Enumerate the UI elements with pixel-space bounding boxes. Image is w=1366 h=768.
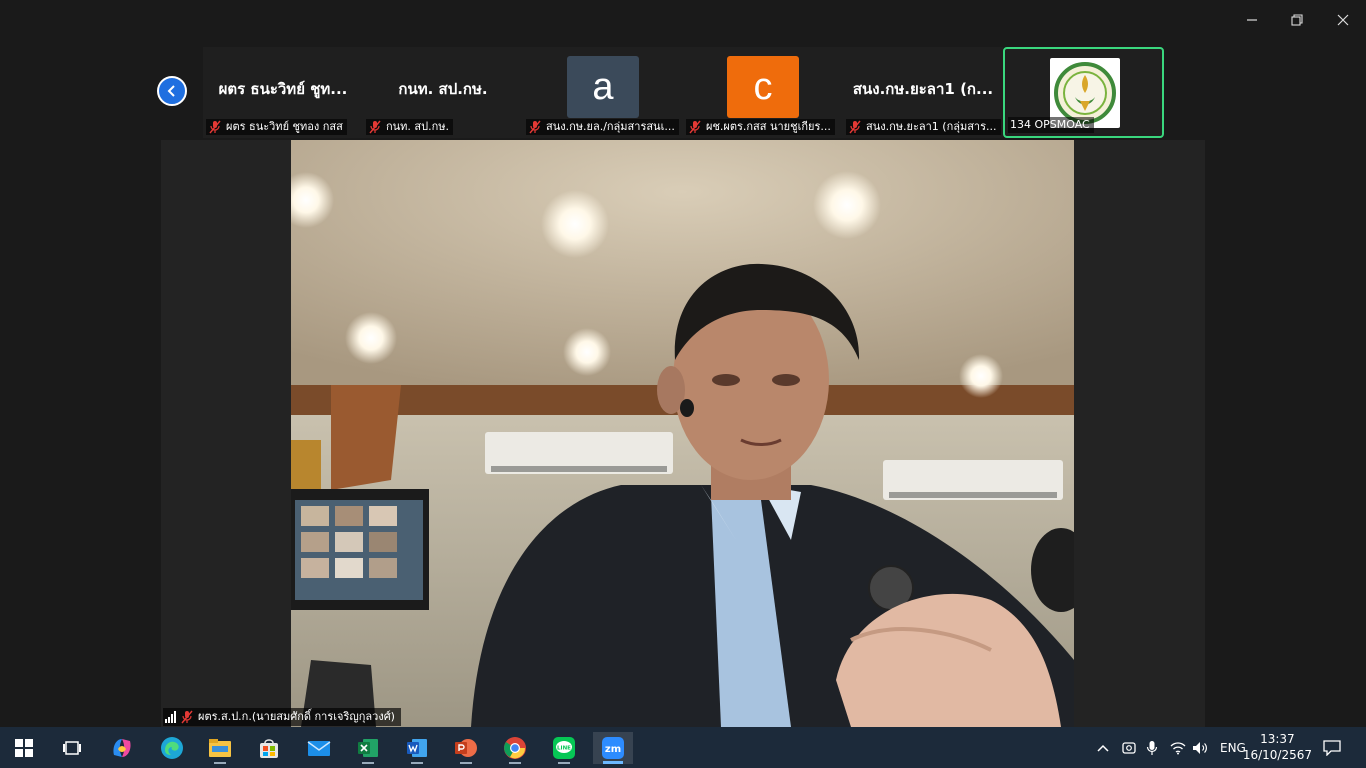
- microphone-icon[interactable]: [1146, 740, 1158, 756]
- previous-page-button[interactable]: [157, 76, 187, 106]
- active-speaker-video: [291, 140, 1074, 727]
- excel-icon: [358, 739, 378, 757]
- store-icon: [260, 739, 278, 758]
- ministry-seal-icon: [1054, 62, 1116, 124]
- notification-icon: [1323, 740, 1341, 756]
- word-icon: [407, 739, 427, 757]
- mic-muted-icon: [209, 120, 221, 134]
- line-button[interactable]: LINE: [544, 732, 584, 764]
- minimize-icon: [1247, 19, 1257, 21]
- camera-in-use-icon[interactable]: [1122, 740, 1136, 756]
- svg-text:LINE: LINE: [557, 746, 571, 752]
- participant-label: 134 OPSMOAC: [1008, 117, 1094, 133]
- edge-icon: [161, 737, 183, 759]
- clock[interactable]: 13:37 16/10/2567: [1243, 731, 1312, 763]
- powerpoint-button[interactable]: [446, 732, 486, 764]
- powerpoint-icon: [455, 739, 477, 757]
- mic-muted-icon: [529, 120, 541, 134]
- edge-button[interactable]: [152, 732, 192, 764]
- store-button[interactable]: [249, 732, 289, 764]
- taskbar: LINE zm ENG 13:37 16/10/2567: [0, 727, 1366, 768]
- participant-label-text: สนง.กษ.ยะลา1 (กลุ่มสาร...: [866, 120, 997, 133]
- mail-button[interactable]: [299, 732, 339, 764]
- excel-button[interactable]: [348, 732, 388, 764]
- participant-name: ผตร ธนะวิทย์ ชูท...: [218, 80, 348, 98]
- participant-tile[interactable]: c ผช.ผตร.กสส นายชูเกียร...: [683, 47, 843, 138]
- chevron-left-icon: [167, 85, 175, 97]
- participant-label-text: กนท. สป.กษ.: [386, 120, 450, 133]
- participant-name: กนท. สป.กษ.: [398, 80, 488, 98]
- copilot-button[interactable]: [102, 732, 142, 764]
- participant-tile[interactable]: a สนง.กษ.ยล./กลุ่มสารสนเ...: [523, 47, 683, 138]
- mail-icon: [307, 741, 331, 756]
- task-view-button[interactable]: [52, 732, 92, 764]
- participant-label-text: ผตร ธนะวิทย์ ชูทอง กสส: [226, 120, 343, 133]
- word-button[interactable]: [397, 732, 437, 764]
- start-icon: [15, 739, 33, 757]
- line-icon: LINE: [553, 737, 575, 759]
- file-explorer-icon: [209, 739, 231, 757]
- clock-date: 16/10/2567: [1242, 748, 1312, 762]
- avatar: a: [567, 56, 639, 118]
- start-button[interactable]: [4, 732, 44, 764]
- participant-tile[interactable]: ผตร ธนะวิทย์ ชูท... ผตร ธนะวิทย์ ชูทอง ก…: [203, 47, 363, 138]
- clock-time: 13:37: [1260, 732, 1295, 746]
- network-icon[interactable]: [1170, 741, 1186, 755]
- svg-text:zm: zm: [605, 744, 621, 755]
- chevron-up-icon[interactable]: [1096, 743, 1110, 753]
- restore-button[interactable]: [1282, 8, 1312, 32]
- participant-tile-active[interactable]: 134 OPSMOAC: [1003, 47, 1164, 138]
- restore-icon: [1291, 14, 1303, 26]
- participant-label: สนง.กษ.ยล./กลุ่มสารสนเ...: [526, 119, 679, 135]
- video-scene: [291, 140, 1074, 727]
- avatar: c: [727, 56, 799, 118]
- active-speaker-name: ผตร.ส.ป.ก.(นายสมศักดิ์ การเจริญกุลวงศ์): [198, 710, 395, 723]
- minimize-button[interactable]: [1237, 8, 1267, 32]
- mic-muted-icon: [369, 120, 381, 134]
- zoom-icon: zm: [602, 737, 624, 759]
- copilot-icon: [113, 739, 131, 757]
- participant-label-text: สนง.กษ.ยล./กลุ่มสารสนเ...: [546, 120, 675, 133]
- file-explorer-button[interactable]: [200, 732, 240, 764]
- mic-muted-icon: [181, 710, 193, 724]
- participant-label: กนท. สป.กษ.: [366, 119, 454, 135]
- participant-label-text: 134 OPSMOAC: [1010, 118, 1090, 131]
- participant-label: ผช.ผตร.กสส นายชูเกียร...: [686, 119, 835, 135]
- system-tray: ENG: [1096, 727, 1246, 768]
- participant-name: สนง.กษ.ยะลา1 (ก...: [852, 80, 994, 98]
- close-icon: [1337, 14, 1349, 26]
- zoom-button[interactable]: zm: [593, 732, 633, 764]
- mic-muted-icon: [689, 120, 701, 134]
- chrome-icon: [504, 737, 526, 759]
- chrome-button[interactable]: [495, 732, 535, 764]
- participant-tile[interactable]: กนท. สป.กษ. กนท. สป.กษ.: [363, 47, 523, 138]
- close-button[interactable]: [1328, 8, 1358, 32]
- active-speaker-label: ผตร.ส.ป.ก.(นายสมศักดิ์ การเจริญกุลวงศ์): [163, 708, 401, 726]
- participant-label: สนง.กษ.ยะลา1 (กลุ่มสาร...: [846, 119, 1001, 135]
- task-view-icon: [63, 741, 81, 755]
- mic-muted-icon: [849, 120, 861, 134]
- connection-signal-icon: [165, 711, 176, 723]
- notifications-button[interactable]: [1314, 732, 1350, 764]
- volume-icon[interactable]: [1192, 741, 1208, 755]
- participant-label-text: ผช.ผตร.กสส นายชูเกียร...: [706, 120, 831, 133]
- participant-label: ผตร ธนะวิทย์ ชูทอง กสส: [206, 119, 347, 135]
- participant-tile[interactable]: สนง.กษ.ยะลา1 (ก... สนง.กษ.ยะลา1 (กลุ่มสา…: [843, 47, 1003, 138]
